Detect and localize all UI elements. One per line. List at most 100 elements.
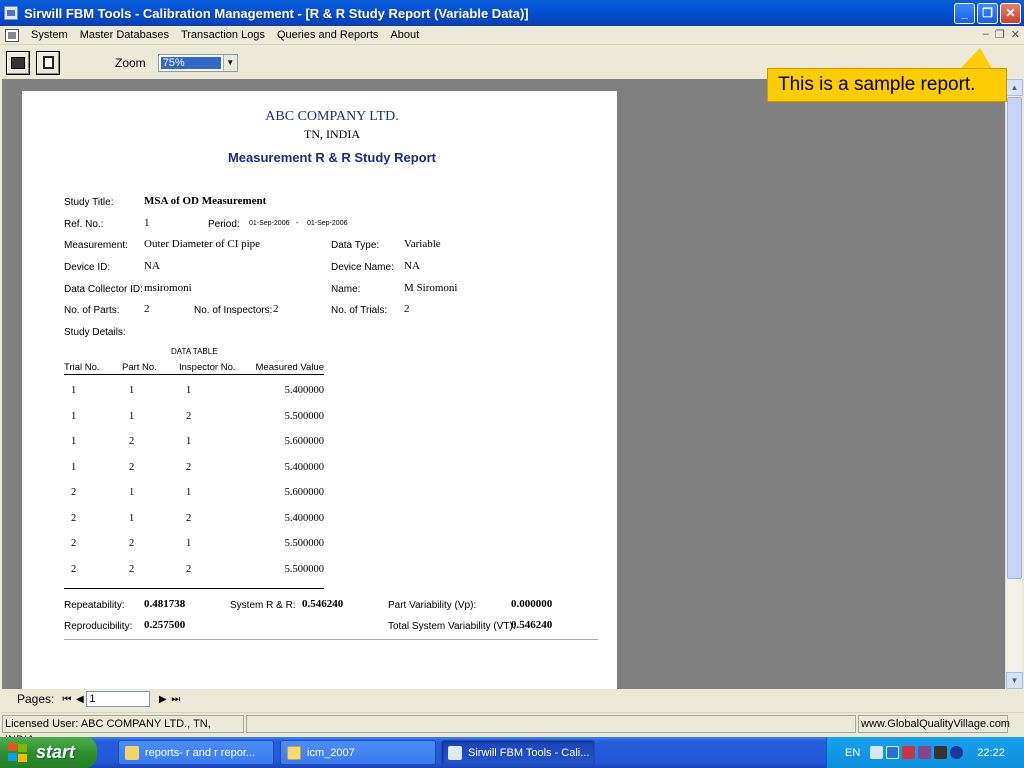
cell-value: 5.500000 (284, 538, 324, 549)
cell-value: 5.600000 (284, 487, 324, 498)
period-separator: - (296, 220, 299, 227)
cell-part: 2 (129, 564, 135, 575)
close-button[interactable]: ✕ (1000, 2, 1021, 24)
taskbar-item-label: reports- r and r repor... (145, 746, 256, 759)
cell-inspector: 1 (186, 487, 192, 498)
start-button[interactable]: start (0, 737, 97, 768)
reproducibility-value: 0.257500 (144, 619, 186, 631)
zoom-value: 75% (160, 56, 221, 69)
window-title: Sirwill FBM Tools - Calibration Manageme… (24, 5, 529, 21)
cell-trial: 2 (71, 538, 77, 549)
menu-master-databases[interactable]: Master Databases (74, 29, 175, 41)
total-variability-label: Total System Variability (VT): (388, 621, 516, 632)
table-row: 2 2 2 5.500000 (64, 564, 324, 578)
shield-icon[interactable] (918, 746, 932, 759)
name-value: M Siromoni (404, 282, 458, 294)
vertical-scrollbar[interactable]: ▲ ▼ (1005, 79, 1023, 689)
document-icon (125, 745, 139, 760)
previous-page-icon[interactable]: ◀ (73, 692, 86, 707)
system-rr-label: System R & R: (230, 600, 296, 611)
device-name-value: NA (404, 260, 420, 272)
header-measured-value: Measured Value (255, 362, 324, 373)
parts-value: 2 (144, 303, 150, 315)
export-icon (42, 56, 54, 69)
taskbar-item-folder[interactable]: icm_2007 (280, 740, 436, 765)
taskbar: start reports- r and r repor... icm_2007… (0, 737, 1024, 768)
maximize-button[interactable]: ❐ (977, 2, 998, 24)
mdi-close-button[interactable]: ✕ (1011, 28, 1020, 41)
monitor-icon[interactable] (934, 746, 948, 759)
cell-trial: 1 (71, 385, 77, 396)
security-icon[interactable] (902, 746, 916, 759)
back-icon[interactable] (886, 746, 900, 759)
taskbar-item-reports[interactable]: reports- r and r repor... (118, 740, 274, 765)
last-page-icon[interactable]: ⏭ (169, 692, 182, 707)
scroll-thumb[interactable] (1007, 97, 1022, 579)
mdi-minimize-button[interactable]: – (983, 28, 989, 41)
menu-transaction-logs[interactable]: Transaction Logs (175, 29, 271, 41)
menu-bar: System Master Databases Transaction Logs… (0, 26, 1024, 45)
cell-trial: 1 (71, 436, 77, 447)
scroll-down-icon[interactable]: ▼ (1006, 672, 1023, 689)
app-icon (448, 745, 462, 760)
device-id-value: NA (144, 260, 160, 272)
title-bar: Sirwill FBM Tools - Calibration Manageme… (0, 0, 1024, 26)
report-page: ABC COMPANY LTD. TN, INDIA Measurement R… (22, 91, 617, 689)
mdi-restore-button[interactable]: ❐ (995, 28, 1005, 41)
cell-inspector: 2 (186, 411, 192, 422)
page-number-input[interactable]: 1 (86, 691, 151, 707)
repeatability-label: Repeatability: (64, 600, 125, 611)
network-icon[interactable] (870, 746, 884, 759)
minimize-button[interactable]: _ (954, 2, 975, 24)
document-icon[interactable] (5, 28, 19, 42)
cell-trial: 2 (71, 487, 77, 498)
cell-trial: 1 (71, 462, 77, 473)
header-inspector-no: Inspector No. (179, 362, 236, 373)
mdi-controls: – ❐ ✕ (983, 28, 1020, 41)
app-icon[interactable] (4, 6, 18, 20)
bluetooth-icon[interactable] (950, 746, 964, 759)
cell-inspector: 2 (186, 462, 192, 473)
report-divider (64, 639, 598, 640)
scroll-up-icon[interactable]: ▲ (1006, 79, 1023, 96)
pages-label: Pages: (17, 692, 55, 706)
chevron-down-icon[interactable]: ▼ (222, 54, 237, 71)
menu-about[interactable]: About (384, 29, 425, 41)
cell-value: 5.400000 (284, 385, 324, 396)
print-button[interactable] (6, 50, 30, 75)
collector-id-value: msiromoni (144, 282, 192, 294)
period-from: 01-Sep-2006 (249, 220, 290, 227)
menu-queries-and-reports[interactable]: Queries and Reports (271, 29, 385, 41)
menu-system[interactable]: System (25, 29, 74, 41)
inspectors-value: 2 (273, 303, 279, 315)
trials-value: 2 (404, 303, 410, 315)
table-row: 1 1 1 5.400000 (64, 385, 324, 399)
trials-label: No. of Trials: (331, 305, 388, 316)
cell-value: 5.400000 (284, 462, 324, 473)
study-details-label: Study Details: (64, 327, 126, 338)
inspectors-label: No. of Inspectors: (194, 305, 273, 316)
cell-part: 1 (129, 411, 135, 422)
data-table-header: Trial No. Part No. Inspector No. Measure… (64, 362, 324, 375)
folder-icon (287, 745, 301, 760)
cell-trial: 2 (71, 564, 77, 575)
cell-value: 5.400000 (284, 513, 324, 524)
company-name: ABC COMPANY LTD. (265, 109, 399, 124)
language-indicator[interactable]: EN (845, 747, 860, 759)
measurement-value: Outer Diameter of CI pipe (144, 238, 261, 250)
taskbar-item-sirwill[interactable]: Sirwill FBM Tools - Cali... (441, 740, 595, 765)
data-type-label: Data Type: (331, 240, 380, 251)
cell-value: 5.500000 (284, 564, 324, 575)
export-button[interactable] (36, 50, 60, 75)
table-row: 1 2 2 5.400000 (64, 462, 324, 476)
zoom-select[interactable]: 75% ▼ (157, 53, 238, 72)
cell-part: 2 (129, 436, 135, 447)
cell-trial: 1 (71, 411, 77, 422)
company-location: TN, INDIA (304, 127, 360, 141)
next-page-icon[interactable]: ▶ (156, 692, 169, 707)
taskbar-item-label: Sirwill FBM Tools - Cali... (468, 746, 590, 759)
measurement-label: Measurement: (64, 240, 128, 251)
first-page-icon[interactable]: ⏮ (60, 692, 73, 707)
windows-logo-icon (8, 742, 30, 763)
cell-part: 1 (129, 487, 135, 498)
